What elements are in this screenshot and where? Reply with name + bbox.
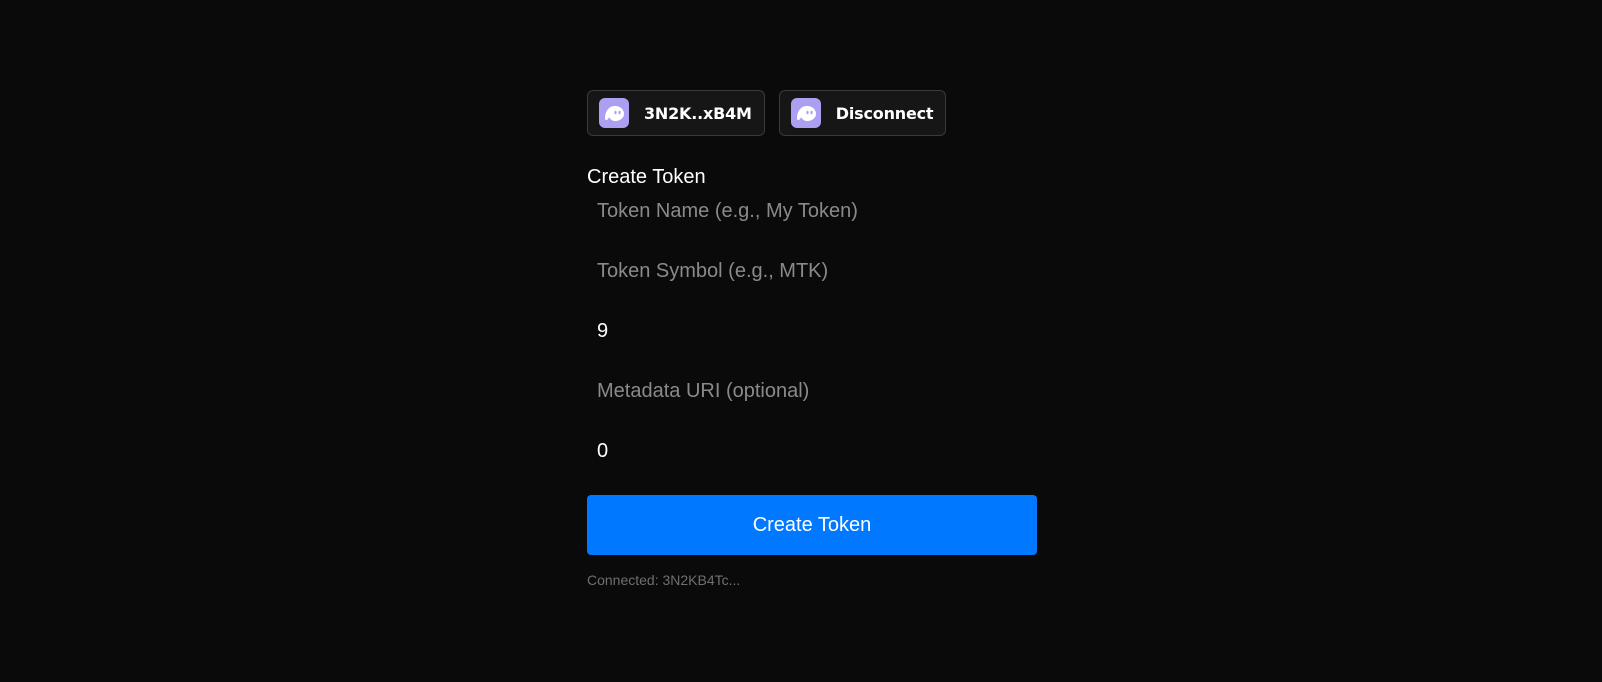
wallet-address-button[interactable]: 3N2K..xB4M bbox=[587, 90, 765, 136]
decimals-input[interactable] bbox=[587, 301, 1037, 361]
connection-status: Connected: 3N2KB4Tc... bbox=[587, 572, 741, 588]
token-form bbox=[587, 181, 1037, 481]
token-creator-panel: 3N2K..xB4M Disconnect Create Token Creat… bbox=[587, 90, 1037, 588]
disconnect-button[interactable]: Disconnect bbox=[778, 90, 947, 136]
phantom-ghost-icon bbox=[599, 98, 629, 128]
initial-supply-input[interactable] bbox=[587, 421, 1037, 481]
phantom-ghost-icon bbox=[790, 98, 821, 128]
token-symbol-input[interactable] bbox=[587, 241, 1037, 301]
disconnect-label: Disconnect bbox=[835, 103, 934, 123]
metadata-uri-input[interactable] bbox=[587, 361, 1037, 421]
wallet-address-label: 3N2K..xB4M bbox=[644, 103, 752, 123]
create-token-button[interactable]: Create Token bbox=[587, 495, 1037, 555]
wallet-controls: 3N2K..xB4M Disconnect bbox=[587, 90, 1037, 136]
